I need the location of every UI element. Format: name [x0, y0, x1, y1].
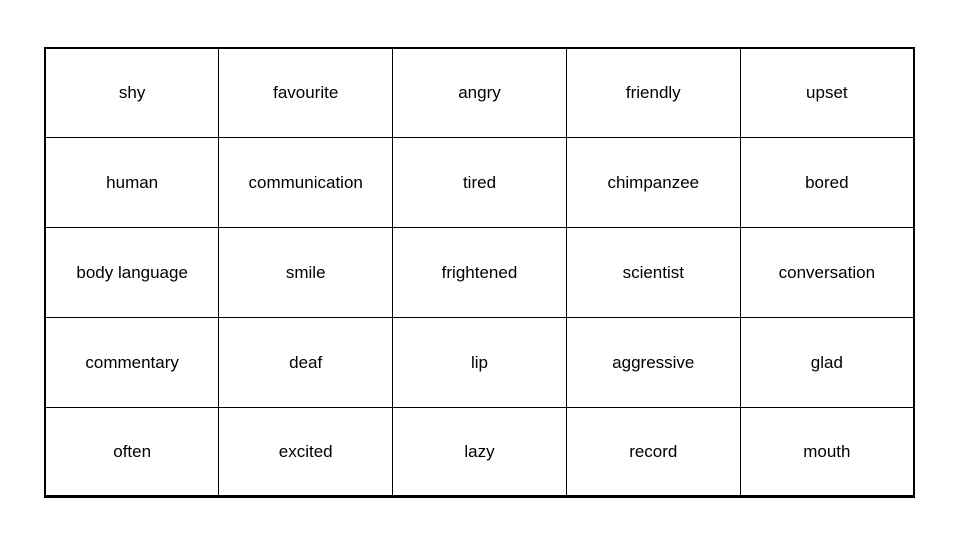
word-cell: communication [218, 137, 394, 229]
word-cell: angry [392, 47, 567, 139]
word-cell: excited [218, 406, 394, 498]
vocabulary-word-grid: shy favourite angry friendly upset human… [44, 47, 915, 499]
word-grid-container: shy favourite angry friendly upset human… [44, 47, 915, 499]
word-cell: scientist [565, 227, 741, 318]
word-cell: upset [739, 47, 915, 139]
word-cell: frightened [392, 227, 567, 318]
word-cell: friendly [565, 47, 741, 139]
table-row: human communication tired chimpanzee bor… [44, 137, 915, 229]
word-cell: smile [218, 227, 394, 318]
word-cell: record [565, 406, 741, 498]
word-grid-body: shy favourite angry friendly upset human… [44, 47, 915, 498]
word-cell: conversation [739, 227, 915, 318]
word-cell: lip [392, 316, 567, 408]
word-cell: tired [392, 137, 567, 229]
word-cell: bored [739, 137, 915, 229]
table-row: body language smile frightened scientist… [44, 227, 915, 318]
word-cell: commentary [44, 316, 220, 408]
table-row: shy favourite angry friendly upset [44, 47, 915, 139]
word-cell: body language [44, 227, 220, 318]
word-cell: often [44, 406, 220, 498]
word-cell: favourite [218, 47, 394, 139]
table-row: often excited lazy record mouth [44, 406, 915, 498]
word-cell: lazy [392, 406, 567, 498]
word-cell: aggressive [565, 316, 741, 408]
word-cell: glad [739, 316, 915, 408]
word-cell: human [44, 137, 220, 229]
word-cell: deaf [218, 316, 394, 408]
table-row: commentary deaf lip aggressive glad [44, 316, 915, 408]
word-cell: chimpanzee [565, 137, 741, 229]
word-cell: mouth [739, 406, 915, 498]
word-cell: shy [44, 47, 220, 139]
